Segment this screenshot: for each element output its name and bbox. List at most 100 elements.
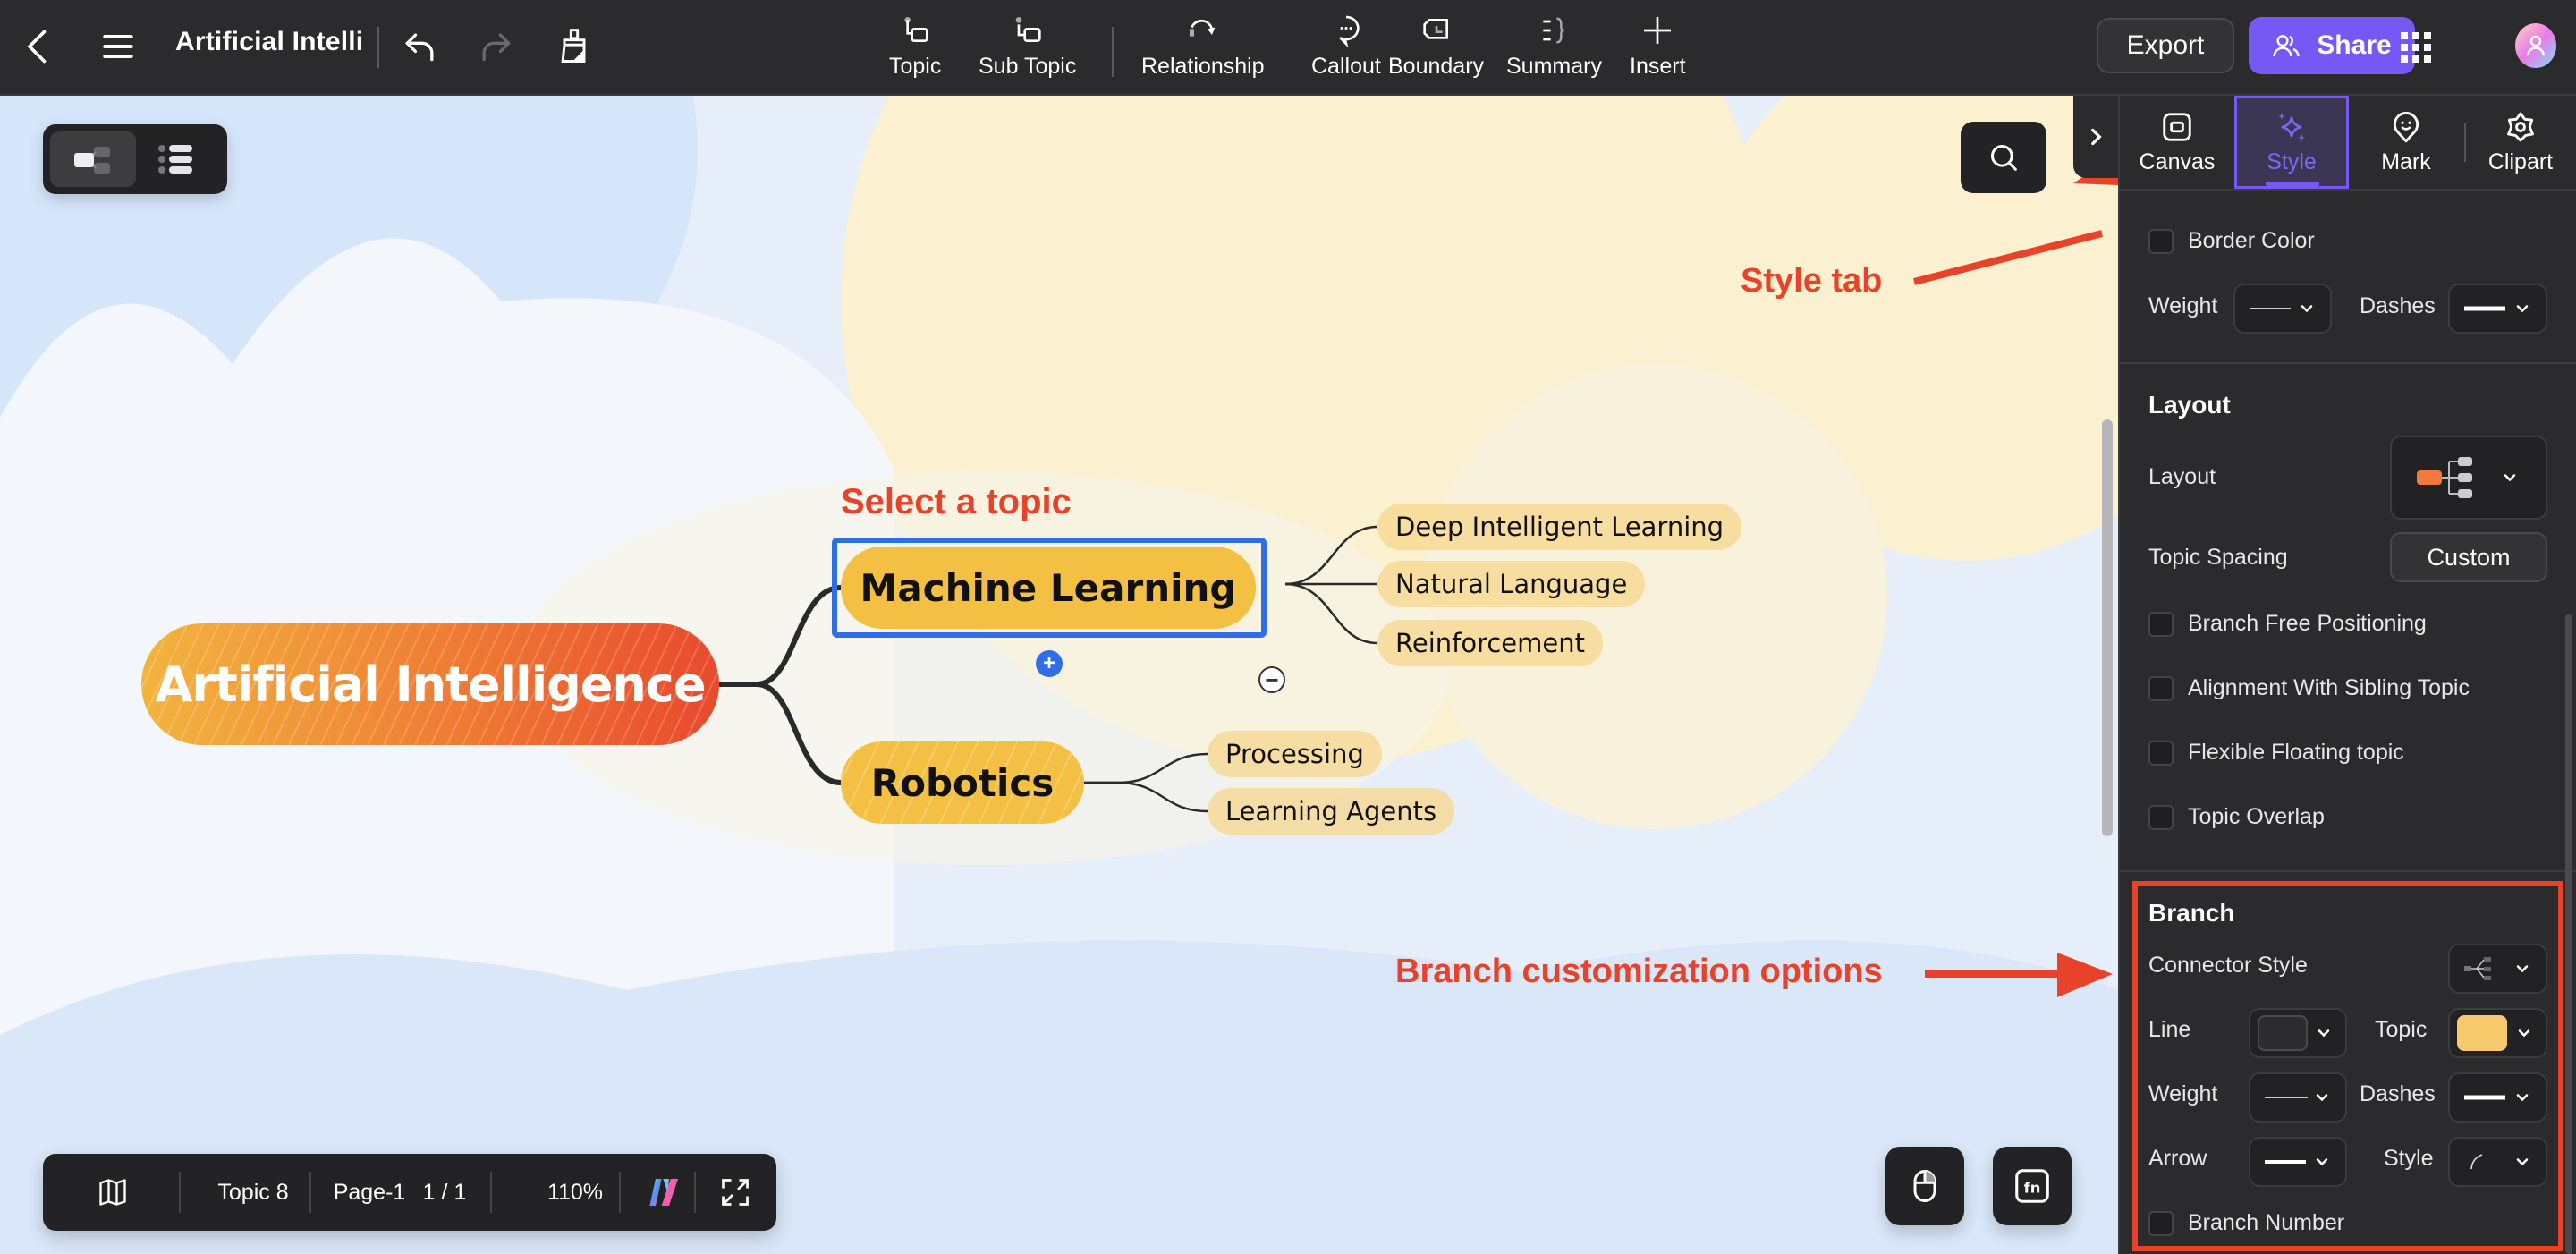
checkbox-row[interactable]: Branch Free Positioning bbox=[2148, 611, 2427, 637]
insert-tool[interactable]: Insert bbox=[1630, 13, 1686, 88]
branch-dashes-label: Dashes bbox=[2360, 1081, 2436, 1106]
search-button[interactable] bbox=[1961, 122, 2046, 193]
branch-style-dropdown[interactable] bbox=[2448, 1137, 2547, 1187]
canvas-icon bbox=[2163, 112, 2191, 141]
ai-logo-icon bbox=[649, 1179, 678, 1206]
grid-dot bbox=[2401, 44, 2408, 51]
mouse-mode-button[interactable] bbox=[1885, 1147, 1964, 1225]
grid-dot bbox=[2401, 55, 2408, 63]
root-topic[interactable]: Artificial Intelligence bbox=[141, 623, 719, 745]
chevron-left-icon bbox=[27, 30, 47, 64]
menu-button[interactable] bbox=[97, 25, 140, 68]
topic-tool[interactable]: Topic bbox=[889, 13, 941, 88]
redo-button[interactable] bbox=[474, 25, 517, 68]
chevron-down-icon bbox=[2516, 305, 2529, 313]
fullscreen-button[interactable] bbox=[707, 1154, 764, 1231]
solid-dash-icon bbox=[2464, 1095, 2505, 1100]
share-button[interactable]: Share bbox=[2249, 17, 2415, 74]
callout-tool[interactable]: Callout bbox=[1311, 13, 1381, 88]
back-button[interactable] bbox=[18, 25, 61, 68]
tab-clipart[interactable]: Clipart bbox=[2463, 96, 2576, 189]
share-button-label: Share bbox=[2317, 30, 2392, 60]
map-overview-button[interactable] bbox=[89, 1154, 136, 1231]
topic-count: Topic 8 bbox=[217, 1179, 289, 1205]
status-divider bbox=[694, 1172, 696, 1213]
topic-overlap-checkbox[interactable] bbox=[2148, 804, 2174, 830]
border-color-option[interactable]: Border Color bbox=[2148, 228, 2315, 254]
line-color-dropdown[interactable] bbox=[2249, 1008, 2347, 1058]
branch-number-option[interactable]: Branch Number bbox=[2148, 1210, 2344, 1236]
branch-dashes-dropdown[interactable] bbox=[2448, 1072, 2547, 1123]
mind-map-view-button[interactable] bbox=[50, 131, 136, 187]
branch-number-label: Branch Number bbox=[2188, 1210, 2345, 1235]
view-switch bbox=[43, 124, 227, 194]
topic-robotics[interactable]: Robotics bbox=[841, 741, 1084, 824]
undo-icon bbox=[404, 33, 434, 62]
add-topic-button[interactable]: + bbox=[1036, 650, 1063, 677]
subtopic-item[interactable]: Natural Language bbox=[1377, 561, 1646, 607]
outline-view-button[interactable] bbox=[134, 131, 220, 187]
sub-topic-tool[interactable]: Sub Topic bbox=[979, 13, 1076, 88]
sub-topic-tool-label: Sub Topic bbox=[979, 54, 1077, 79]
fullscreen-icon bbox=[722, 1179, 749, 1206]
ai-assistant-button[interactable] bbox=[633, 1154, 696, 1231]
tab-mark[interactable]: Mark bbox=[2349, 96, 2463, 189]
flexible-floating-checkbox[interactable] bbox=[2148, 740, 2174, 766]
branch-number-checkbox[interactable] bbox=[2148, 1210, 2174, 1236]
chevron-down-icon bbox=[2516, 965, 2529, 973]
chevron-down-icon bbox=[2516, 1158, 2529, 1166]
export-button[interactable]: Export bbox=[2097, 18, 2234, 73]
function-keys-button[interactable]: fn bbox=[1993, 1147, 2072, 1225]
toolbar-divider bbox=[377, 27, 379, 68]
collapse-toggle[interactable]: − bbox=[1258, 666, 1285, 693]
checkbox-row[interactable]: Flexible Floating topic bbox=[2148, 740, 2404, 766]
relationship-tool-label: Relationship bbox=[1141, 54, 1265, 79]
summary-tool[interactable]: Summary bbox=[1506, 13, 1602, 88]
chevron-down-icon bbox=[2301, 305, 2313, 313]
boundary-tool-label: Boundary bbox=[1388, 54, 1485, 79]
relationship-tool[interactable]: Relationship bbox=[1141, 13, 1265, 88]
zoom-level[interactable]: 110% bbox=[517, 1154, 633, 1231]
mindmap-canvas[interactable]: Artificial Intelligence Select a topic M… bbox=[0, 96, 2118, 1254]
alignment-sibling-checkbox[interactable] bbox=[2148, 675, 2174, 701]
status-bar: Topic 8 Page-1 1 / 1 110% bbox=[43, 1154, 776, 1231]
checkbox-row[interactable]: Topic Overlap bbox=[2148, 804, 2325, 830]
topic-color-dropdown[interactable] bbox=[2448, 1008, 2547, 1058]
apps-grid-button[interactable] bbox=[2401, 32, 2431, 63]
user-avatar[interactable] bbox=[2515, 23, 2556, 68]
undo-button[interactable] bbox=[399, 25, 442, 68]
page-name[interactable]: Page-1 bbox=[329, 1154, 410, 1231]
panel-scrollbar[interactable] bbox=[2565, 614, 2572, 1254]
status-divider bbox=[179, 1172, 181, 1213]
border-dashes-label: Dashes bbox=[2360, 293, 2436, 318]
style-tab-arrow bbox=[1913, 230, 2103, 285]
document-title[interactable]: Artificial Intelli bbox=[175, 27, 363, 57]
subtopic-item[interactable]: Learning Agents bbox=[1208, 788, 1455, 835]
branch-free-positioning-checkbox[interactable] bbox=[2148, 611, 2174, 637]
tab-style[interactable]: Style bbox=[2234, 96, 2349, 189]
topic-spacing-button[interactable]: Custom bbox=[2390, 532, 2547, 582]
topic-machine-learning[interactable]: Machine Learning bbox=[841, 547, 1256, 629]
branch-weight-dropdown[interactable] bbox=[2249, 1072, 2347, 1123]
subtopic-item[interactable]: Processing bbox=[1208, 731, 1382, 777]
arrow-dropdown[interactable] bbox=[2249, 1137, 2347, 1187]
border-color-checkbox[interactable] bbox=[2148, 228, 2174, 254]
format-painter-button[interactable] bbox=[553, 25, 596, 68]
connector-style-dropdown[interactable] bbox=[2448, 944, 2547, 994]
topic-color-swatch bbox=[2457, 1015, 2507, 1051]
connector-style-icon bbox=[2464, 957, 2491, 980]
layout-dropdown[interactable] bbox=[2390, 436, 2547, 520]
panel-tabs: Canvas Style Mark Clipart bbox=[2120, 96, 2576, 191]
subtopic-item[interactable]: Reinforcement bbox=[1377, 620, 1603, 666]
checkbox-row[interactable]: Alignment With Sibling Topic bbox=[2148, 675, 2470, 701]
collapse-panel-button[interactable] bbox=[2073, 96, 2118, 178]
fn-key-icon: fn bbox=[2015, 1169, 2049, 1203]
tab-canvas[interactable]: Canvas bbox=[2120, 96, 2234, 189]
boundary-tool[interactable]: Boundary bbox=[1388, 13, 1484, 88]
subtopic-item[interactable]: Deep Intelligent Learning bbox=[1377, 504, 1742, 550]
border-dashes-dropdown[interactable] bbox=[2448, 284, 2547, 334]
canvas-vertical-scrollbar[interactable] bbox=[2102, 419, 2113, 836]
sparkle-icon bbox=[2277, 112, 2306, 141]
border-weight-dropdown[interactable] bbox=[2233, 284, 2332, 334]
users-icon bbox=[2273, 35, 2300, 57]
